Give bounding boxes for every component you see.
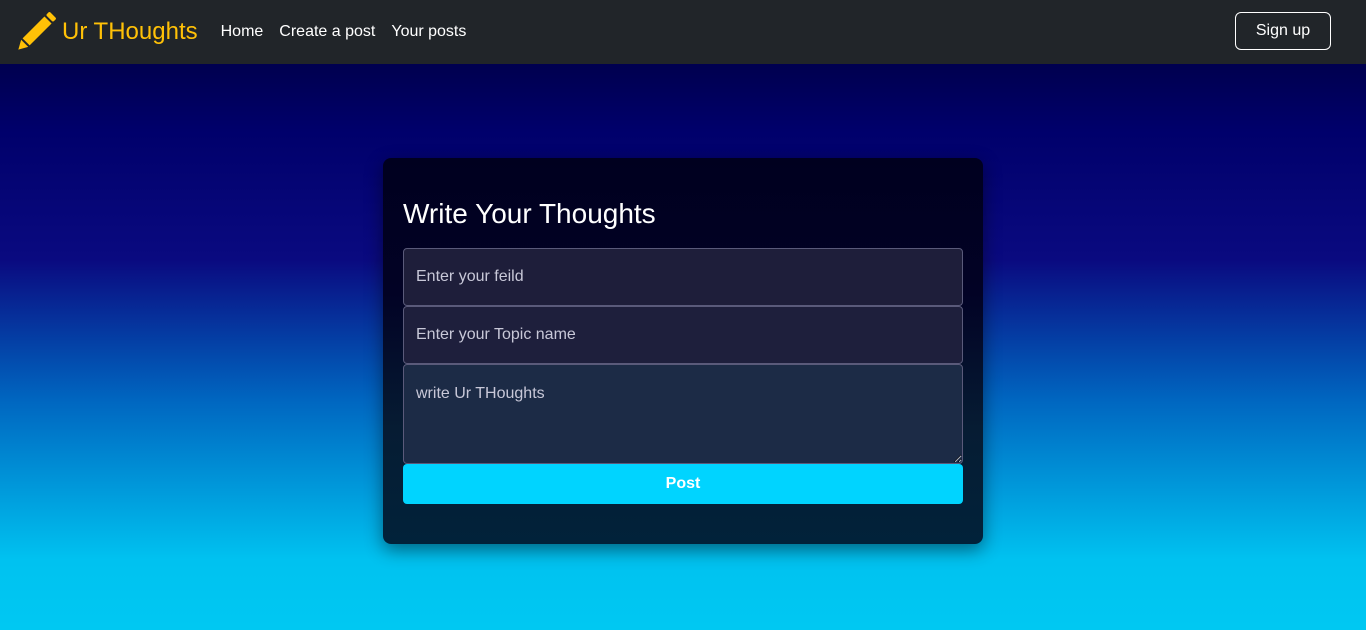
post-button[interactable]: Post <box>403 464 963 504</box>
brand-link[interactable]: Ur THoughts <box>10 6 198 58</box>
topic-name-input[interactable] <box>403 306 963 364</box>
top-navbar: Ur THoughts Home Create a post Your post… <box>0 0 1366 64</box>
nav-link-home[interactable]: Home <box>221 23 264 41</box>
form-title: Write Your Thoughts <box>403 198 656 229</box>
sign-up-button[interactable]: Sign up <box>1235 12 1331 50</box>
brand-name: Ur THoughts <box>62 18 198 45</box>
nav-link-create-post[interactable]: Create a post <box>279 23 375 41</box>
post-form-card: Write Your Thoughts Post <box>383 158 983 544</box>
thoughts-textarea[interactable] <box>403 364 963 464</box>
nav-link-your-posts[interactable]: Your posts <box>391 23 466 41</box>
nav-links: Home Create a post Your posts <box>221 23 483 41</box>
pencil-icon <box>18 12 56 50</box>
field-input[interactable] <box>403 248 963 306</box>
